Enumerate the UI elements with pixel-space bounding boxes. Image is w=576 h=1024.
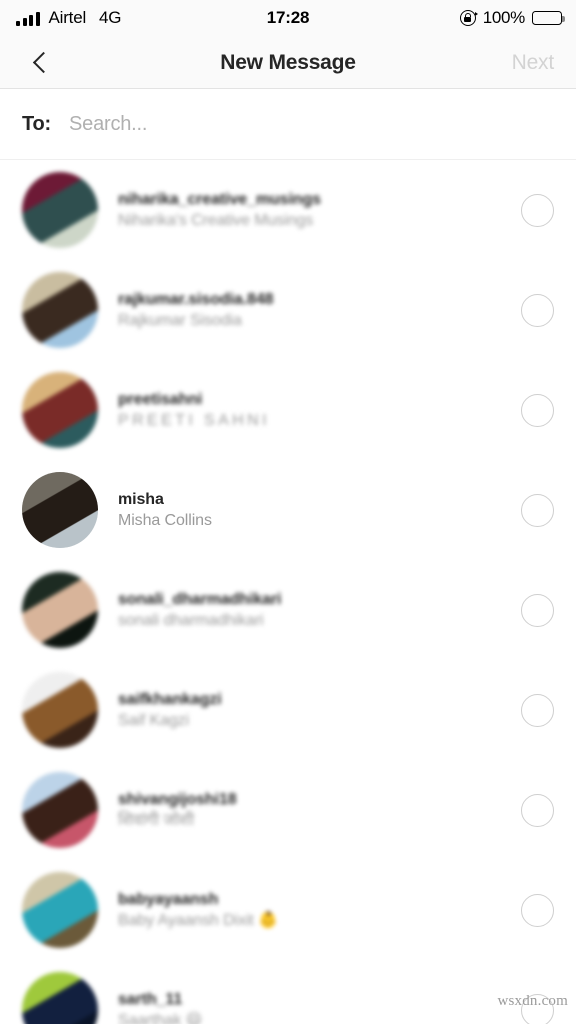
- contact-text-block: saifkhankagzi Saif Kagzi: [118, 689, 498, 732]
- rotation-lock-icon: [459, 10, 478, 26]
- select-circle[interactable]: [521, 493, 554, 527]
- avatar: [22, 372, 98, 448]
- contact-fullname: Saarthak 😄: [118, 1011, 203, 1024]
- contact-username: sarth_11: [118, 990, 183, 1008]
- next-button[interactable]: Next: [512, 36, 555, 89]
- contact-text-block: babyayaansh Baby Ayaansh Dixit 👶: [118, 889, 498, 932]
- contact-fullname: Baby Ayaansh Dixit 👶: [118, 911, 278, 929]
- contact-fullname: PREETI SAHNI: [118, 411, 270, 429]
- navigation-bar: New Message Next: [0, 36, 576, 89]
- battery-percent-label: 100%: [482, 8, 526, 27]
- search-input[interactable]: [69, 112, 450, 136]
- contact-username: rajkumar.sisodia.848: [118, 290, 274, 308]
- avatar: [22, 272, 98, 348]
- contact-row[interactable]: saifkhankagzi Saif Kagzi: [0, 660, 576, 760]
- select-circle[interactable]: [521, 893, 554, 927]
- contact-fullname: Saif Kagzi: [118, 711, 190, 729]
- select-circle[interactable]: [521, 793, 554, 827]
- avatar: [22, 672, 98, 748]
- contact-text-block: misha Misha Collins: [118, 489, 498, 532]
- contact-username: misha: [118, 490, 164, 508]
- status-bar-right: 100%: [459, 8, 565, 28]
- avatar: [22, 472, 98, 548]
- avatar: [22, 172, 98, 248]
- contact-text-block: preetisahni PREETI SAHNI: [118, 389, 498, 432]
- contact-username: shivangijoshi18: [118, 790, 237, 808]
- select-circle[interactable]: [521, 393, 554, 427]
- contact-row[interactable]: babyayaansh Baby Ayaansh Dixit 👶: [0, 860, 576, 960]
- contact-row[interactable]: shivangijoshi18 शिवांगी जोशी: [0, 760, 576, 860]
- contact-username: sonali_dharmadhikari: [118, 590, 282, 608]
- contact-text-block: sarth_11 Saarthak 😄: [118, 989, 498, 1024]
- contact-fullname: शिवांगी जोशी: [118, 811, 195, 829]
- select-circle[interactable]: [521, 293, 554, 327]
- contact-row[interactable]: rajkumar.sisodia.848 Rajkumar Sisodia: [0, 260, 576, 360]
- contact-username: saifkhankagzi: [118, 690, 222, 708]
- contact-row[interactable]: sarth_11 Saarthak 😄: [0, 960, 576, 1024]
- instagram-new-message-screen: Airtel 4G 17:28 100% New Message Next To…: [0, 0, 576, 1024]
- contact-text-block: niharika_creative_musings Niharika's Crea…: [118, 189, 498, 232]
- contact-username: preetisahni: [118, 390, 203, 408]
- contact-row[interactable]: preetisahni PREETI SAHNI: [0, 360, 576, 460]
- select-circle[interactable]: [521, 693, 554, 727]
- battery-full-icon: [532, 11, 565, 25]
- contact-fullname: Niharika's Creative Musings: [118, 211, 314, 229]
- select-circle[interactable]: [521, 193, 554, 227]
- avatar: [22, 772, 98, 848]
- avatar: [22, 572, 98, 648]
- recipient-search-row[interactable]: To:: [0, 89, 576, 160]
- contact-fullname: Misha Collins: [118, 511, 212, 529]
- select-circle[interactable]: [521, 593, 554, 627]
- to-label: To:: [22, 112, 52, 135]
- contact-list[interactable]: niharika_creative_musings Niharika's Crea…: [0, 160, 576, 1024]
- watermark: wsxdn.com: [497, 993, 568, 1009]
- avatar: [22, 972, 98, 1024]
- avatar: [22, 872, 98, 948]
- contact-text-block: rajkumar.sisodia.848 Rajkumar Sisodia: [118, 289, 498, 332]
- contact-username: babyayaansh: [118, 890, 219, 908]
- contact-text-block: sonali_dharmadhikarisonali dharmadhikari: [118, 589, 498, 632]
- contact-row[interactable]: sonali_dharmadhikarisonali dharmadhikari: [0, 560, 576, 660]
- contact-row[interactable]: niharika_creative_musings Niharika's Crea…: [0, 160, 576, 260]
- status-bar: Airtel 4G 17:28 100%: [0, 0, 576, 36]
- contact-row[interactable]: misha Misha Collins: [0, 460, 576, 560]
- contact-fullname: sonali dharmadhikari: [118, 611, 264, 629]
- page-title: New Message: [220, 51, 356, 74]
- contact-text-block: shivangijoshi18 शिवांगी जोशी: [118, 789, 498, 832]
- contact-fullname: Rajkumar Sisodia: [118, 311, 242, 329]
- contact-username: niharika_creative_musings: [118, 190, 321, 208]
